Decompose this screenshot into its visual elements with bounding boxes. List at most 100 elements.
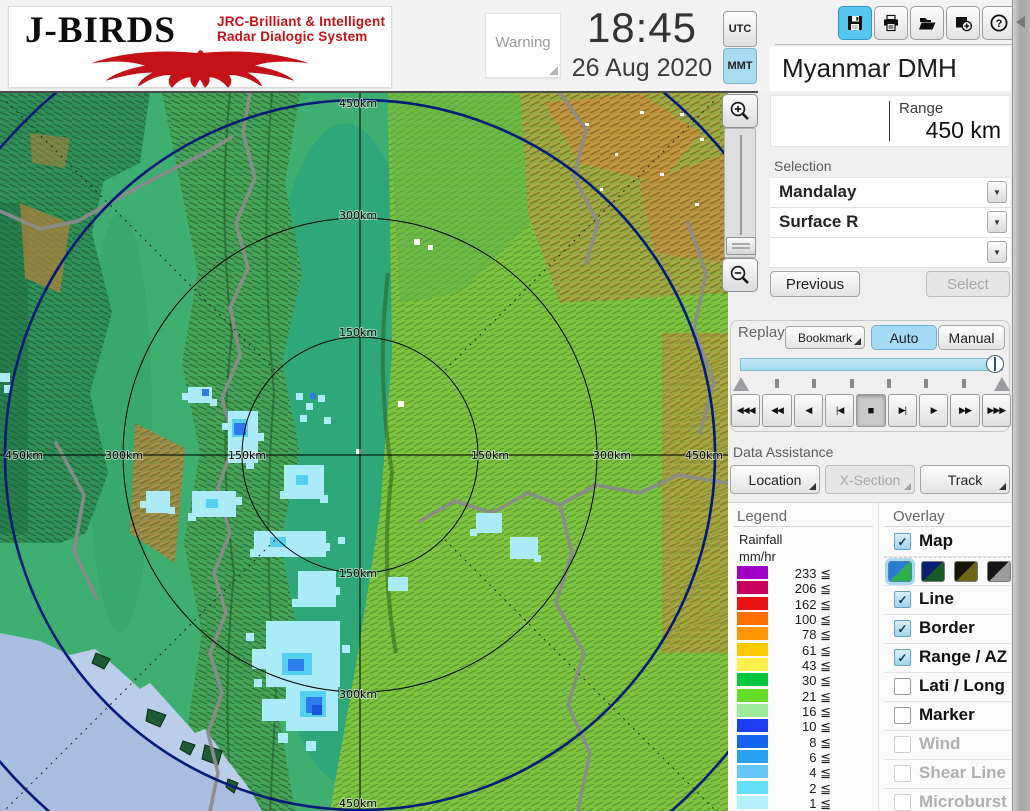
map-style-terrain-color[interactable]	[885, 558, 915, 585]
overlay-item-border: ✓ Border	[884, 615, 1011, 644]
open-file-button[interactable]	[910, 6, 944, 40]
stop-button[interactable]: ■	[856, 394, 886, 427]
overlay-list: ✓ Map ✓ Line ✓ Border ✓ Range / AZ Lati / Long Ma…	[884, 528, 1011, 811]
playback-controls: ◀◀◀ ◀◀ ◀ |◀ ■ ▶| ▶ ▶▶ ▶▶▶	[731, 394, 1011, 427]
utc-button[interactable]: UTC	[723, 11, 757, 47]
eagle-icon	[90, 50, 310, 88]
j-birds-app: 450km 300km 150km 150km 300km 450km 450km 300km…	[0, 0, 1030, 811]
replay-label: Replay	[738, 324, 785, 341]
wind-checkbox	[894, 736, 911, 753]
logo-title: J-BIRDS	[25, 10, 176, 51]
jump-backward-button[interactable]: ◀◀◀	[731, 394, 761, 427]
step-backward-button[interactable]: |◀	[824, 394, 855, 427]
map-zoom-slider-handle[interactable]	[726, 237, 756, 255]
dropdown-arrow-icon[interactable]: ▼	[987, 181, 1007, 203]
dropdown-arrow-icon[interactable]: ▼	[987, 211, 1007, 233]
legend-color-swatch	[737, 796, 768, 810]
replay-slider-thumb[interactable]	[986, 355, 1004, 373]
save-button[interactable]	[838, 6, 872, 40]
legend-color-swatch	[737, 642, 768, 656]
manual-mode-button[interactable]: Manual	[938, 325, 1005, 350]
question-mark-icon: ?	[990, 14, 1008, 32]
legend-scale: 233 ≦ 206 ≦ 162 ≦ 100 ≦ 78 ≦ 61 ≦ 43 ≦ 30 ≦ 21 ≦…	[737, 565, 833, 811]
floppy-disk-icon	[848, 16, 862, 30]
slider-start-marker[interactable]	[733, 377, 749, 391]
overlay-item-microburst: Microburst	[884, 789, 1011, 811]
line-checkbox[interactable]: ✓	[894, 591, 911, 608]
overlay-label: Shear Line	[919, 763, 1006, 782]
radar-map[interactable]: 450km 300km 150km 150km 300km 450km 450km 300km…	[0, 0, 835, 811]
map-style-terrain-olive[interactable]	[954, 561, 978, 582]
toolbar: ?	[838, 6, 1016, 40]
auto-mode-button[interactable]: Auto	[871, 325, 937, 350]
zoom-in-button[interactable]	[722, 94, 758, 128]
select-button[interactable]: Select	[926, 271, 1010, 297]
header-divider	[0, 91, 758, 93]
range-ring-label: 150km	[471, 449, 509, 462]
mmt-button[interactable]: MMT	[723, 48, 757, 84]
replay-timeline-slider[interactable]	[740, 358, 1003, 371]
zoom-out-button[interactable]	[722, 258, 758, 292]
previous-button[interactable]: Previous	[770, 271, 860, 297]
print-button[interactable]	[874, 6, 908, 40]
map-checkbox[interactable]: ✓	[894, 533, 911, 550]
overlay-label: Lati / Long	[919, 676, 1005, 695]
dropdown-value: Surface R	[779, 212, 859, 231]
play-backward-button[interactable]: ◀	[793, 394, 823, 427]
legend-row: 162 ≦	[737, 596, 833, 612]
fast-forward-button[interactable]: ▶▶	[950, 394, 980, 427]
play-forward-button[interactable]: ▶	[918, 394, 949, 427]
legend-color-swatch	[737, 688, 768, 702]
map-style-terrain-gray[interactable]	[987, 561, 1011, 582]
shear-line-checkbox	[894, 765, 911, 782]
legend-color-swatch	[737, 566, 768, 579]
legend-threshold: 1 ≦	[809, 796, 831, 811]
map-zoom-slider[interactable]	[724, 128, 756, 258]
help-button[interactable]: ?	[982, 6, 1016, 40]
legend-color-swatch	[737, 673, 768, 687]
lati-long-checkbox[interactable]	[894, 678, 911, 695]
collapse-panel-icon[interactable]	[1016, 16, 1025, 28]
overlay-item-wind: Wind	[884, 731, 1011, 760]
range-az-checkbox[interactable]: ✓	[894, 649, 911, 666]
overlay-item-marker: Marker	[884, 702, 1011, 731]
range-ring-label: 300km	[105, 449, 143, 462]
dropdown-arrow-icon[interactable]: ▼	[987, 241, 1007, 263]
range-ring-label: 150km	[228, 449, 266, 462]
border-checkbox[interactable]: ✓	[894, 620, 911, 637]
terrain-map-image: 450km 300km 150km 150km 300km 450km 450km 300km…	[0, 0, 835, 811]
overlay-item-map: ✓ Map	[884, 528, 1011, 557]
legend-row: 61 ≦	[737, 642, 833, 658]
legend-color-swatch	[737, 658, 768, 672]
range-ring-label: 150km	[339, 326, 377, 339]
open-folder-icon	[919, 18, 936, 30]
legend-color-swatch	[737, 719, 768, 733]
map-style-terrain-dark[interactable]	[921, 561, 945, 582]
fast-rewind-button[interactable]: ◀◀	[762, 394, 792, 427]
legend-row: 2 ≦	[737, 780, 833, 796]
track-button[interactable]: Track	[920, 465, 1010, 494]
step-forward-button[interactable]: ▶|	[887, 394, 917, 427]
legend-row: 10 ≦	[737, 718, 833, 734]
marker-checkbox[interactable]	[894, 707, 911, 724]
range-divider	[889, 101, 890, 141]
logo-tagline: JRC-Brilliant & Intelligent Radar Dialog…	[217, 14, 386, 44]
panel-edge-strip	[1012, 0, 1030, 811]
location-button[interactable]: Location	[730, 465, 820, 494]
add-image-button[interactable]	[946, 6, 980, 40]
bookmark-button[interactable]: Bookmark	[785, 326, 865, 349]
range-ring-label: 450km	[339, 97, 377, 110]
dropdown-value: Mandalay	[779, 182, 857, 201]
legend-row: 78 ≦	[737, 626, 833, 642]
legend-color-swatch	[737, 581, 768, 595]
slider-end-marker[interactable]	[994, 377, 1010, 391]
overlay-label: Line	[919, 589, 954, 608]
overlay-label: Microburst	[919, 792, 1007, 811]
range-ring-label: 450km	[339, 797, 377, 810]
selection-label: Selection	[774, 158, 832, 174]
legend-color-swatch	[737, 612, 768, 626]
overlay-title: Overlay	[893, 508, 945, 525]
warning-button[interactable]: Warning	[485, 13, 561, 78]
x-section-button[interactable]: X-Section	[825, 465, 915, 494]
jump-forward-button[interactable]: ▶▶▶	[981, 394, 1011, 427]
